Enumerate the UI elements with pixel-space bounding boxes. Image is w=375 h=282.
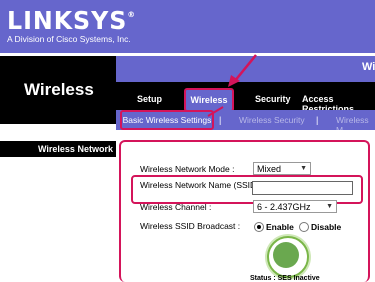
ssid-label: Wireless Network Name (SSID) xyxy=(140,180,260,190)
chevron-down-icon: ▼ xyxy=(326,203,333,210)
broadcast-enable-label: Enable xyxy=(266,222,294,232)
mode-select[interactable]: Mixed ▼ xyxy=(253,162,311,175)
tab-setup[interactable]: Setup xyxy=(137,94,162,104)
ses-icon xyxy=(273,242,299,268)
tab-security[interactable]: Security xyxy=(255,94,291,104)
linksys-logo: LINKSYS® xyxy=(7,6,136,35)
ssid-input[interactable] xyxy=(252,181,353,195)
sidebar-heading: Wireless Network xyxy=(38,144,113,154)
model-label: Wi xyxy=(362,61,375,73)
brand-tagline: A Division of Cisco Systems, Inc. xyxy=(7,34,131,44)
channel-label: Wireless Channel : xyxy=(140,202,212,212)
broadcast-disable-label: Disable xyxy=(311,222,342,232)
annotation-connector-icon xyxy=(207,106,224,117)
channel-value: 6 - 2.437GHz xyxy=(257,201,311,212)
subtab-wireless-security[interactable]: Wireless Security xyxy=(239,115,305,125)
mode-label: Wireless Network Mode : xyxy=(140,164,235,174)
mode-value: Mixed xyxy=(257,163,282,174)
broadcast-enable-radio[interactable] xyxy=(254,222,264,232)
chevron-down-icon: ▼ xyxy=(300,165,307,172)
annotation-arrow-icon xyxy=(228,54,257,87)
broadcast-label: Wireless SSID Broadcast : xyxy=(140,221,241,231)
subnav-separator: | xyxy=(316,115,319,125)
subtab-basic-wireless-settings[interactable]: Basic Wireless Settings xyxy=(120,110,214,130)
section-title: Wireless xyxy=(24,80,94,99)
channel-select[interactable]: 6 - 2.437GHz ▼ xyxy=(253,200,337,213)
broadcast-disable-radio[interactable] xyxy=(299,222,309,232)
